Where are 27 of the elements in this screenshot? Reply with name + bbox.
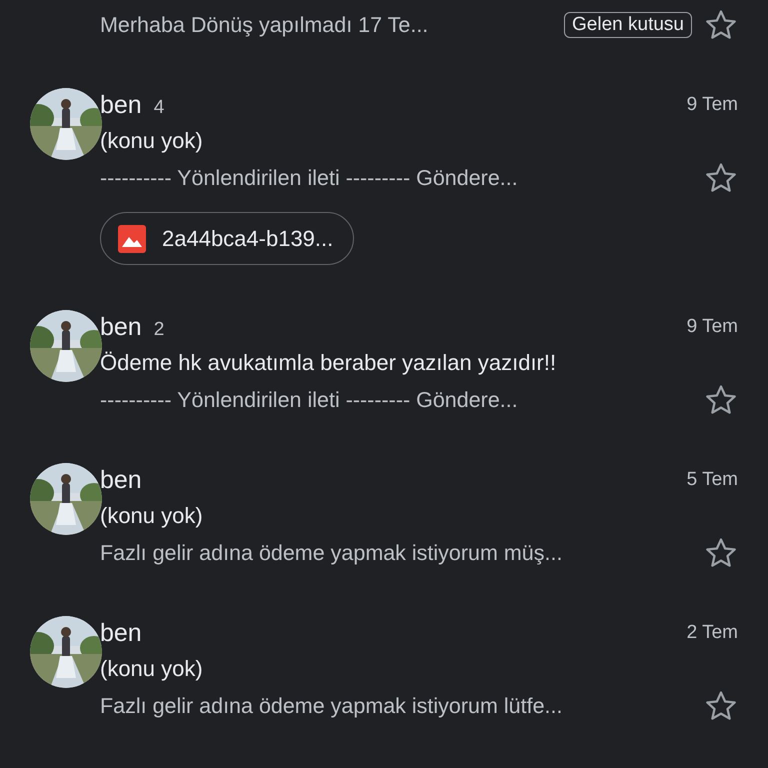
message-subject: Ödeme hk avukatımla beraber yazılan yazıdır!! [100, 349, 558, 377]
message-snippet: Merhaba Dönüş yapılmadı 17 Te... [100, 12, 430, 38]
star-icon[interactable] [704, 383, 738, 417]
sender-name: ben [100, 90, 142, 120]
sender-name: ben [100, 618, 142, 648]
thread-count: 2 [154, 318, 164, 340]
message-date: 9 Tem [686, 316, 738, 338]
attachment-chip[interactable]: 2a44bca4-b139... [100, 212, 354, 265]
star-icon[interactable] [704, 536, 738, 570]
label-tag: Gelen kutusu [564, 12, 692, 38]
message-date: 9 Tem [686, 94, 738, 116]
thread-count: 4 [154, 96, 164, 118]
message-snippet: Fazlı gelir adına ödeme yapmak istiyorum müş... [100, 540, 564, 566]
message-snippet: Fazlı gelir adına ödeme yapmak istiyorum lütfe... [100, 694, 564, 718]
star-icon[interactable] [704, 161, 738, 195]
message-snippet: ---------- Yönlendirilen ileti --------- Göndere... [100, 166, 519, 190]
message-subject: (konu yok) [100, 655, 204, 683]
image-icon [118, 224, 146, 252]
star-icon[interactable] [704, 689, 738, 723]
message-date: 5 Tem [686, 469, 738, 491]
message-subject: (konu yok) [100, 127, 204, 155]
message-date: 2 Tem [686, 622, 738, 644]
sender-name: ben [100, 466, 142, 494]
sender-name: ben [100, 312, 142, 342]
message-subject: (konu yok) [100, 502, 204, 530]
star-icon[interactable] [704, 8, 738, 42]
message-snippet: ---------- Yönlendirilen ileti --------- Göndere... [100, 388, 519, 412]
